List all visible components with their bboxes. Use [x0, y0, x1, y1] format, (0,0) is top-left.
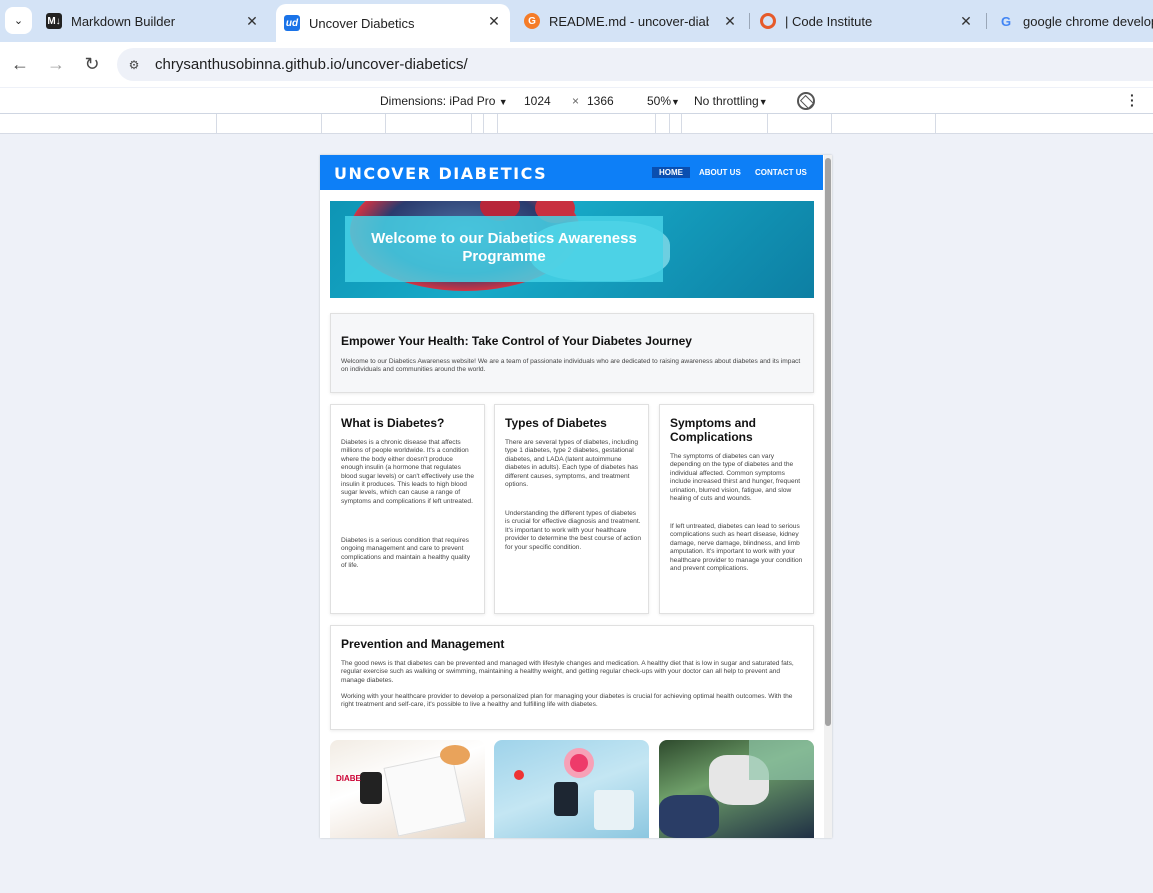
prevention-paragraph: Working with your healthcare provider to… — [341, 693, 793, 709]
nav-about-us[interactable]: ABOUT US — [699, 168, 741, 177]
hero-title: Welcome to our Diabetics Awareness Progr… — [371, 230, 637, 265]
caret-down-icon: ▼ — [671, 97, 680, 107]
scrubs-shape — [749, 740, 814, 780]
pill-pack-shape — [594, 790, 634, 830]
card-heading: Symptoms and Complications — [670, 416, 757, 444]
tab-title: google chrome develope — [1023, 13, 1153, 29]
chart-paper-shape — [383, 753, 467, 837]
site-info-icon[interactable]: ⚙ — [125, 56, 143, 74]
caret-down-icon: ▼ — [758, 97, 768, 107]
glucose-meter-donut-photo — [494, 740, 649, 838]
uncover-favicon-icon: ud — [284, 15, 300, 31]
zoom-label: 50% — [647, 94, 672, 108]
prevention-card: Prevention and Management The good news … — [330, 625, 814, 730]
close-icon[interactable]: ✕ — [486, 13, 502, 30]
address-bar[interactable]: ⚙ chrysanthusobinna.github.io/uncover-di… — [117, 48, 1153, 81]
blood-test-photo — [659, 740, 814, 838]
tab-separator — [749, 13, 750, 29]
intro-heading: Empower Your Health: Take Control of You… — [341, 334, 692, 348]
tab-title: | Code Institute — [785, 13, 873, 29]
glucose-meter-shape — [554, 782, 578, 816]
caret-down-icon: ▼ — [498, 97, 508, 107]
reload-icon[interactable]: ↻ — [82, 54, 102, 74]
device-toolbar: Dimensions: iPad Pro ▼ 1024 × 1366 50%▼ … — [0, 88, 1153, 114]
card-paragraph: Diabetes is a serious condition that req… — [341, 537, 471, 570]
card-paragraph: Understanding the different types of dia… — [505, 510, 641, 551]
throttling-dropdown[interactable]: No throttling▼ — [694, 94, 768, 108]
media-query-ruler[interactable] — [0, 114, 1153, 134]
tab-readme[interactable]: G README.md - uncover-diabetic ✕ — [518, 4, 746, 38]
close-icon[interactable]: ✕ — [244, 13, 260, 30]
nav-contact-us[interactable]: CONTACT US — [755, 168, 807, 177]
google-favicon-icon: G — [1000, 13, 1012, 29]
photo-label: DIABE — [336, 774, 361, 783]
card-paragraph: If left untreated, diabetes can lead to … — [670, 523, 803, 573]
tab-title: Uncover Diabetics — [309, 15, 415, 31]
times-symbol: × — [572, 94, 580, 108]
tab-code-institute[interactable]: | Code Institute ✕ — [754, 4, 982, 38]
diabetes-testing-photo: DIABE — [330, 740, 485, 838]
card-paragraph: There are several types of diabetes, inc… — [505, 439, 639, 489]
zoom-dropdown[interactable]: 50%▼ — [647, 94, 680, 108]
code-institute-favicon-icon — [760, 13, 776, 29]
tab-uncover-diabetics[interactable]: ud Uncover Diabetics ✕ — [276, 4, 510, 42]
browser-toolbar: ← → ↻ ⚙ chrysanthusobinna.github.io/unco… — [0, 42, 1153, 87]
hero-banner: Welcome to our Diabetics Awareness Progr… — [330, 201, 814, 298]
intro-text: Welcome to our Diabetics Awareness websi… — [341, 358, 801, 374]
device-dimensions-dropdown[interactable]: Dimensions: iPad Pro ▼ — [380, 94, 508, 108]
back-arrow-icon[interactable]: ← — [10, 54, 30, 74]
close-icon[interactable]: ✕ — [722, 13, 738, 30]
prevention-paragraph: The good news is that diabetes can be pr… — [341, 660, 794, 684]
card-heading: What is Diabetes? — [341, 416, 445, 430]
card-paragraph: Diabetes is a chronic disease that affec… — [341, 439, 475, 505]
prevention-heading: Prevention and Management — [341, 637, 505, 651]
food-shape — [440, 745, 470, 765]
site-header: UNCOVER DIABETICS HOME ABOUT US CONTACT … — [320, 155, 823, 190]
card-types-of-diabetes: Types of Diabetes There are several type… — [494, 404, 649, 614]
chevron-down-icon: ⌄ — [13, 15, 24, 27]
rotate-icon[interactable] — [797, 92, 815, 110]
markdown-favicon-icon: M↓ — [46, 13, 62, 29]
nav-home[interactable]: HOME — [652, 167, 690, 178]
card-symptoms: Symptoms and Complications The symptoms … — [659, 404, 814, 614]
card-paragraph: The symptoms of diabetes can vary depend… — [670, 453, 801, 503]
tab-search-button[interactable]: ⌄ — [5, 7, 32, 34]
tab-title: Markdown Builder — [71, 13, 176, 29]
intro-card: Empower Your Health: Take Control of You… — [330, 313, 814, 393]
throttling-label: No throttling — [694, 94, 759, 108]
page-scrollbar[interactable] — [824, 155, 832, 838]
gitpod-favicon-icon: G — [524, 13, 540, 29]
hero-title-box: Welcome to our Diabetics Awareness Progr… — [345, 216, 663, 282]
card-heading: Types of Diabetes — [505, 416, 607, 430]
donut-shape — [564, 748, 594, 778]
forward-arrow-icon[interactable]: → — [46, 54, 66, 74]
pill-shape — [514, 770, 524, 780]
tab-google-search[interactable]: G google chrome develope — [992, 4, 1153, 38]
card-what-is-diabetes: What is Diabetes? Diabetes is a chronic … — [330, 404, 485, 614]
tab-markdown-builder[interactable]: M↓ Markdown Builder ✕ — [40, 4, 268, 38]
tab-title: README.md - uncover-diabetic — [549, 13, 709, 29]
tab-strip: ⌄ M↓ Markdown Builder ✕ ud Uncover Diabe… — [0, 0, 1153, 42]
patient-arm-shape — [659, 795, 719, 838]
dimensions-label: Dimensions: iPad Pro — [380, 94, 496, 108]
emulated-device-page: UNCOVER DIABETICS HOME ABOUT US CONTACT … — [320, 155, 832, 838]
glucose-meter-shape — [360, 772, 382, 804]
scrollbar-thumb[interactable] — [825, 158, 831, 726]
close-icon[interactable]: ✕ — [958, 13, 974, 30]
more-options-icon[interactable]: · · · — [1130, 88, 1136, 112]
height-input[interactable]: 1366 — [587, 94, 614, 108]
width-input[interactable]: 1024 — [524, 94, 551, 108]
tab-separator — [986, 13, 987, 29]
site-logo[interactable]: UNCOVER DIABETICS — [334, 164, 547, 183]
url-text[interactable]: chrysanthusobinna.github.io/uncover-diab… — [155, 56, 468, 73]
